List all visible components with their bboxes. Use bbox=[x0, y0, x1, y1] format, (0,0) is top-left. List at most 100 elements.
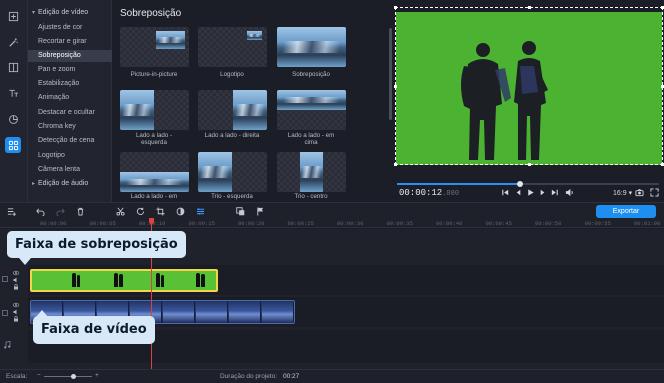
track-mute-icon[interactable] bbox=[13, 277, 19, 283]
ruler-tick-label: 00:00:05 bbox=[89, 220, 116, 227]
category-item[interactable]: Ajustes de cor bbox=[28, 22, 112, 34]
ruler-tick-label: 00:00:35 bbox=[386, 220, 413, 227]
project-duration-label: Duração do projeto: bbox=[220, 373, 278, 380]
library-scrollbar[interactable] bbox=[389, 28, 392, 120]
callout-video-track: Faixa de vídeo bbox=[33, 316, 155, 344]
stickers-icon[interactable] bbox=[5, 111, 21, 127]
category-item[interactable]: Destacar e ocultar bbox=[28, 107, 112, 119]
preset-thumb-logo[interactable] bbox=[198, 27, 267, 67]
rotate-icon[interactable] bbox=[135, 206, 145, 216]
zoom-slider-knob[interactable] bbox=[70, 374, 76, 379]
track-link-icon[interactable] bbox=[2, 310, 8, 316]
track-lock-icon[interactable] bbox=[13, 316, 19, 322]
cut-icon[interactable] bbox=[115, 206, 125, 216]
overlay-library: Sobreposição Picture-in-picture Logotipo… bbox=[112, 0, 394, 202]
category-item[interactable]: Pan e zoom bbox=[28, 64, 112, 76]
preset-label: Trio - esquerda bbox=[211, 193, 253, 200]
category-list: ▾ Edição de vídeo Ajustes de cor Recortar… bbox=[28, 0, 112, 202]
preset-thumb-picture-in-picture[interactable] bbox=[120, 27, 189, 67]
category-item[interactable]: Animação bbox=[28, 92, 112, 104]
text-icon[interactable] bbox=[5, 85, 21, 101]
timeline-ruler[interactable]: 00:00:0000:00:0500:00:1000:00:1500:00:20… bbox=[0, 218, 664, 228]
ruler-tick-label: 00:00:55 bbox=[584, 220, 611, 227]
crop-icon[interactable] bbox=[155, 206, 165, 216]
export-button[interactable]: Exportar bbox=[596, 205, 656, 218]
category-item[interactable]: Detecção de cena bbox=[28, 135, 112, 147]
resize-handle[interactable] bbox=[394, 6, 397, 9]
category-item-active[interactable]: Sobreposição bbox=[28, 50, 112, 62]
ruler-tick-label: 00:01:00 bbox=[634, 220, 661, 227]
snapshot-icon[interactable] bbox=[635, 188, 644, 197]
timeline-toolbar: Exportar bbox=[0, 202, 664, 218]
playback-progress-fill bbox=[397, 183, 521, 185]
category-item[interactable]: Chroma key bbox=[28, 121, 112, 133]
clip-properties-icon[interactable] bbox=[195, 206, 205, 216]
category-item[interactable]: Logotipo bbox=[28, 150, 112, 162]
clip-frame-figure bbox=[114, 273, 118, 287]
category-group-video-editing[interactable]: ▾ Edição de vídeo bbox=[28, 7, 112, 19]
thumb-image bbox=[120, 90, 154, 130]
thumb-image bbox=[277, 27, 346, 67]
track-lock-icon[interactable] bbox=[13, 284, 19, 290]
ruler-tick-label: 00:00:50 bbox=[535, 220, 562, 227]
overlay-icon[interactable] bbox=[235, 206, 245, 216]
clip-frame-figure bbox=[77, 275, 80, 287]
clip-frame-figure bbox=[72, 273, 76, 287]
preset-thumb-trio-center[interactable] bbox=[277, 152, 346, 192]
magic-wand-icon[interactable] bbox=[5, 34, 21, 50]
volume-icon[interactable] bbox=[565, 188, 574, 197]
zoom-slider[interactable] bbox=[44, 374, 92, 379]
add-track-icon[interactable] bbox=[6, 206, 16, 216]
ruler-tick-label: 00:00:45 bbox=[485, 220, 512, 227]
transitions-icon[interactable] bbox=[5, 59, 21, 75]
clip-frame bbox=[229, 301, 261, 323]
delete-icon[interactable] bbox=[75, 206, 85, 216]
zoom-in-icon[interactable]: + bbox=[95, 372, 99, 379]
fullscreen-icon[interactable] bbox=[650, 188, 659, 197]
playback-progress-knob[interactable] bbox=[517, 181, 524, 187]
skip-back-icon[interactable] bbox=[501, 188, 510, 197]
category-item[interactable]: Câmera lenta bbox=[28, 164, 112, 176]
playback-progress[interactable] bbox=[397, 181, 659, 187]
color-adjust-icon[interactable] bbox=[175, 206, 185, 216]
preview-panel: 00:00:12.800 16:9 ▾ bbox=[394, 0, 664, 202]
preset-label: Logotipo bbox=[220, 71, 244, 78]
overlay-clip[interactable] bbox=[30, 269, 218, 292]
category-group-audio-editing[interactable]: ▸ Edição de áudio bbox=[28, 178, 112, 190]
track-mute-icon[interactable] bbox=[13, 309, 19, 315]
project-duration-value: 00:27 bbox=[283, 373, 300, 380]
preset-label: Lado a lado - em cima bbox=[287, 132, 335, 146]
preset-thumb-trio-left[interactable] bbox=[198, 152, 267, 192]
redo-icon[interactable] bbox=[55, 206, 65, 216]
undo-icon[interactable] bbox=[35, 206, 45, 216]
more-tools-icon[interactable] bbox=[5, 137, 21, 153]
preset-thumb-side-left[interactable] bbox=[120, 90, 189, 130]
tool-rail bbox=[0, 0, 28, 202]
clip-frame bbox=[196, 301, 228, 323]
ruler-tick-label: 00:00:25 bbox=[287, 220, 314, 227]
music-note-icon bbox=[3, 341, 11, 349]
preset-thumb-side-top[interactable] bbox=[277, 90, 346, 130]
clip-frame-figure bbox=[196, 273, 200, 287]
step-forward-icon[interactable] bbox=[538, 188, 547, 197]
track-link-icon[interactable] bbox=[2, 276, 8, 282]
preview-canvas[interactable] bbox=[396, 12, 662, 165]
track-visibility-icon[interactable] bbox=[13, 302, 19, 308]
category-item[interactable]: Recortar e girar bbox=[28, 36, 112, 48]
track-visibility-icon[interactable] bbox=[13, 270, 19, 276]
play-icon[interactable] bbox=[526, 188, 535, 197]
zoom-out-icon[interactable]: − bbox=[37, 372, 41, 379]
step-back-icon[interactable] bbox=[514, 188, 523, 197]
category-item[interactable]: Estabilização bbox=[28, 78, 112, 90]
preset-label: Lado a lado - direita bbox=[204, 132, 260, 139]
resize-handle[interactable] bbox=[528, 6, 531, 9]
clip-frame bbox=[163, 301, 195, 323]
preset-thumb-overlay[interactable] bbox=[277, 27, 346, 67]
skip-forward-icon[interactable] bbox=[550, 188, 559, 197]
import-icon[interactable] bbox=[5, 8, 21, 24]
marker-flag-icon[interactable] bbox=[255, 206, 265, 216]
preset-thumb-side-bottom[interactable] bbox=[120, 152, 189, 192]
preset-thumb-side-right[interactable] bbox=[198, 90, 267, 130]
aspect-ratio-select[interactable]: 16:9 ▾ bbox=[613, 189, 632, 197]
thumb-image bbox=[198, 152, 232, 192]
